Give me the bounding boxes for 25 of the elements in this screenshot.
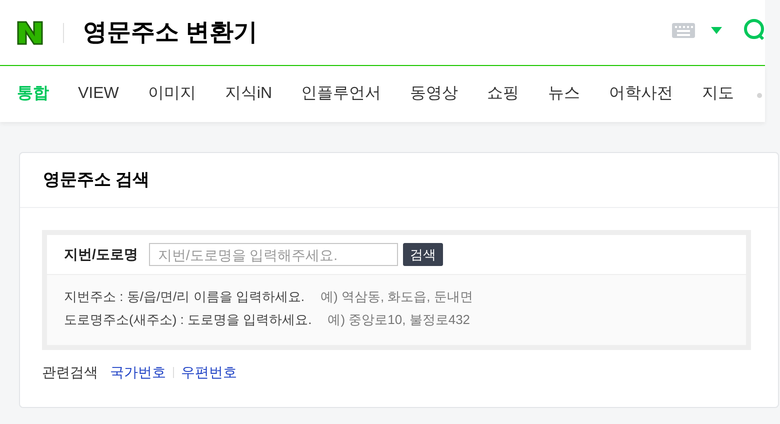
search-tab[interactable]: 인플루언서: [301, 82, 381, 106]
hint-text: 도로명주소(새주소) : 도로명을 입력하세요.: [64, 310, 312, 329]
field-label: 지번/도로명: [64, 245, 138, 264]
page-title: 영문주소 변환기: [83, 18, 258, 48]
logo-icon[interactable]: [16, 20, 44, 46]
search-tab[interactable]: 쇼핑: [487, 82, 519, 106]
search-tab[interactable]: 동영상: [410, 82, 458, 106]
search-button[interactable]: 검색: [402, 243, 443, 266]
dropdown-caret-icon[interactable]: [711, 27, 722, 34]
search-tab[interactable]: 이미지: [148, 82, 196, 106]
related-link[interactable]: 국가번호: [110, 362, 166, 383]
search-tab[interactable]: 뉴스: [548, 82, 580, 106]
search-tab[interactable]: 지도: [702, 82, 734, 106]
search-field[interactable]: 지번/도로명을 입력해주세요.: [148, 243, 398, 266]
example-text: 예) 중앙로10, 불정로432: [328, 310, 470, 329]
search-tab[interactable]: 지식iN: [224, 82, 272, 106]
search-tab[interactable]: VIEW: [78, 82, 119, 106]
keyboard-icon[interactable]: [672, 23, 695, 38]
hint-text: 지번주소 : 동/읍/면/리 이름을 입력하세요.: [64, 288, 305, 306]
related-link[interactable]: 우편번호: [181, 362, 237, 383]
example-text: 예) 역삼동, 화도읍, 둔내면: [320, 288, 473, 306]
search-icon[interactable]: [743, 18, 765, 42]
search-tab[interactable]: 어학사전: [609, 82, 673, 106]
related-label: 관련검색: [42, 363, 98, 382]
card-title: 영문주소 검색: [43, 169, 150, 192]
